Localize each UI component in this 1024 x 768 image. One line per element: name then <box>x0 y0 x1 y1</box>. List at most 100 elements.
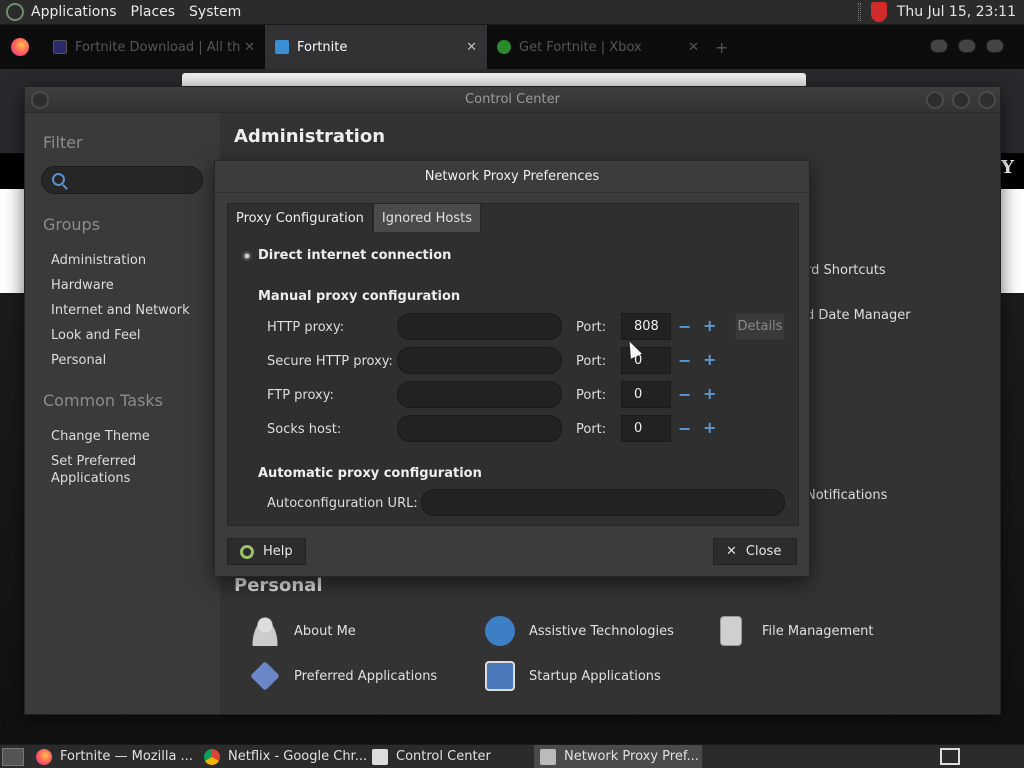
distro-logo-icon[interactable] <box>6 3 24 21</box>
task-set-preferred-apps[interactable]: Set Preferred Applications <box>51 453 161 487</box>
ftp-port-decrement-button[interactable]: − <box>678 387 691 403</box>
dialog-title: Network Proxy Preferences <box>215 161 809 193</box>
browser-tab-fortnite-download[interactable]: Fortnite Download | All th ✕ <box>43 25 265 69</box>
file-management-item[interactable]: File Management <box>720 616 874 646</box>
window-menu-icon[interactable] <box>31 91 49 109</box>
menu-places[interactable]: Places <box>124 4 183 20</box>
group-personal[interactable]: Personal <box>51 352 211 369</box>
browser-tab-label: Fortnite <box>297 39 348 55</box>
dialog-tabs: Proxy Configuration Ignored Hosts <box>227 203 481 232</box>
socks-host-input[interactable] <box>397 415 562 442</box>
close-window-icon[interactable] <box>978 91 996 109</box>
taskbar-item-network-proxy[interactable]: Network Proxy Pref... <box>534 744 702 768</box>
workspace-switcher-icon[interactable] <box>940 748 960 765</box>
socks-port-input[interactable]: 0 <box>621 415 671 442</box>
socks-port-decrement-button[interactable]: − <box>678 421 691 437</box>
close-window-icon[interactable] <box>986 39 1004 53</box>
secure-http-proxy-input[interactable] <box>397 347 562 374</box>
maximize-icon[interactable] <box>952 91 970 109</box>
close-button[interactable]: ✕ Close <box>713 538 797 565</box>
control-center-icon <box>372 748 388 765</box>
tab-ignored-hosts[interactable]: Ignored Hosts <box>372 203 481 232</box>
socks-host-label: Socks host: <box>267 422 342 437</box>
minimize-icon[interactable] <box>926 91 944 109</box>
group-internet-network[interactable]: Internet and Network <box>51 302 211 319</box>
details-button[interactable]: Details <box>735 313 785 340</box>
http-proxy-input[interactable] <box>397 313 562 340</box>
taskbar-item-chrome[interactable]: Netflix - Google Chr... <box>198 745 366 768</box>
secure-http-proxy-label: Secure HTTP proxy: <box>267 354 393 369</box>
new-tab-button[interactable]: + <box>715 38 728 57</box>
group-look-feel[interactable]: Look and Feel <box>51 327 211 344</box>
preferred-apps-item[interactable]: Preferred Applications <box>250 661 437 691</box>
show-desktop-icon[interactable] <box>2 747 24 766</box>
maximize-icon[interactable] <box>958 39 976 53</box>
menu-applications[interactable]: Applications <box>24 4 124 20</box>
file-cabinet-icon <box>720 616 742 646</box>
radio-selected-icon[interactable] <box>242 250 252 261</box>
clock[interactable]: Thu Jul 15, 23:11 <box>897 4 1016 20</box>
port-label: Port: <box>576 354 607 369</box>
automatic-proxy-option[interactable]: Automatic proxy configuration <box>242 466 482 481</box>
manual-proxy-option[interactable]: Manual proxy configuration <box>242 289 460 304</box>
firefox-icon <box>36 748 52 765</box>
browser-tab-fortnite[interactable]: Fortnite ✕ <box>265 25 487 69</box>
close-tab-icon[interactable]: ✕ <box>244 40 255 55</box>
window-controls <box>926 91 996 109</box>
group-hardware[interactable]: Hardware <box>51 277 211 294</box>
preferred-apps-icon <box>250 661 280 691</box>
taskbar-item-label: Network Proxy Pref... <box>564 749 699 764</box>
autoconfig-url-input[interactable] <box>421 489 785 516</box>
tab-proxy-configuration[interactable]: Proxy Configuration <box>227 203 373 232</box>
http-port-increment-button[interactable]: + <box>703 318 716 334</box>
ftp-port-input[interactable]: 0 <box>621 381 671 408</box>
top-panel-right: Thu Jul 15, 23:11 <box>857 0 1024 24</box>
keyboard-shortcuts-item[interactable]: rd Shortcuts <box>806 263 886 278</box>
taskbar-item-label: Control Center <box>396 749 491 764</box>
taskbar-item-firefox[interactable]: Fortnite — Mozilla ... <box>30 745 198 768</box>
notifications-item[interactable]: Notifications <box>806 488 887 503</box>
socks-port-increment-button[interactable]: + <box>703 420 716 436</box>
http-port-input[interactable]: 808 <box>621 313 671 340</box>
port-label: Port: <box>576 388 607 403</box>
fortnite-favicon-icon <box>275 40 289 54</box>
filter-search-input[interactable] <box>41 166 203 194</box>
security-shield-icon[interactable] <box>870 2 887 22</box>
bottom-taskbar: Fortnite — Mozilla ... Netflix - Google … <box>0 744 1024 768</box>
close-tab-icon[interactable]: ✕ <box>688 40 699 55</box>
taskbar-item-control-center[interactable]: Control Center <box>366 745 534 768</box>
menu-system[interactable]: System <box>182 4 248 20</box>
time-date-manager-item[interactable]: d Date Manager <box>806 308 911 323</box>
common-tasks-heading: Common Tasks <box>43 391 164 410</box>
assistive-tech-label: Assistive Technologies <box>529 623 674 639</box>
filter-heading: Filter <box>43 133 83 152</box>
xbox-favicon-icon <box>497 40 511 54</box>
radio-icon[interactable] <box>242 291 252 302</box>
administration-heading: Administration <box>234 126 386 147</box>
startup-apps-label: Startup Applications <box>529 668 661 684</box>
ftp-proxy-label: FTP proxy: <box>267 388 334 403</box>
startup-apps-item[interactable]: Startup Applications <box>485 661 661 691</box>
minimize-icon[interactable] <box>930 39 948 53</box>
help-button[interactable]: Help <box>227 538 306 565</box>
ftp-proxy-input[interactable] <box>397 381 562 408</box>
browser-tab-xbox[interactable]: Get Fortnite | Xbox ✕ <box>487 25 709 69</box>
secure-port-increment-button[interactable]: + <box>703 352 716 368</box>
http-port-decrement-button[interactable]: − <box>678 319 691 335</box>
task-change-theme[interactable]: Change Theme <box>51 428 211 445</box>
radio-icon[interactable] <box>242 468 252 479</box>
firefox-menu-icon[interactable] <box>11 38 29 56</box>
help-label: Help <box>263 544 293 559</box>
close-tab-icon[interactable]: ✕ <box>466 40 477 55</box>
direct-connection-label: Direct internet connection <box>258 248 452 263</box>
secure-port-decrement-button[interactable]: − <box>678 353 691 369</box>
assistive-tech-item[interactable]: Assistive Technologies <box>485 616 674 646</box>
user-icon <box>250 616 280 646</box>
direct-connection-option[interactable]: Direct internet connection <box>242 248 451 263</box>
ftp-port-increment-button[interactable]: + <box>703 386 716 402</box>
control-center-titlebar: Control Center <box>25 87 1000 113</box>
group-administration[interactable]: Administration <box>51 252 211 269</box>
about-me-item[interactable]: About Me <box>250 616 356 646</box>
browser-tabbar: Fortnite Download | All th ✕ Fortnite ✕ … <box>0 25 1024 69</box>
close-icon: ✕ <box>726 544 737 559</box>
